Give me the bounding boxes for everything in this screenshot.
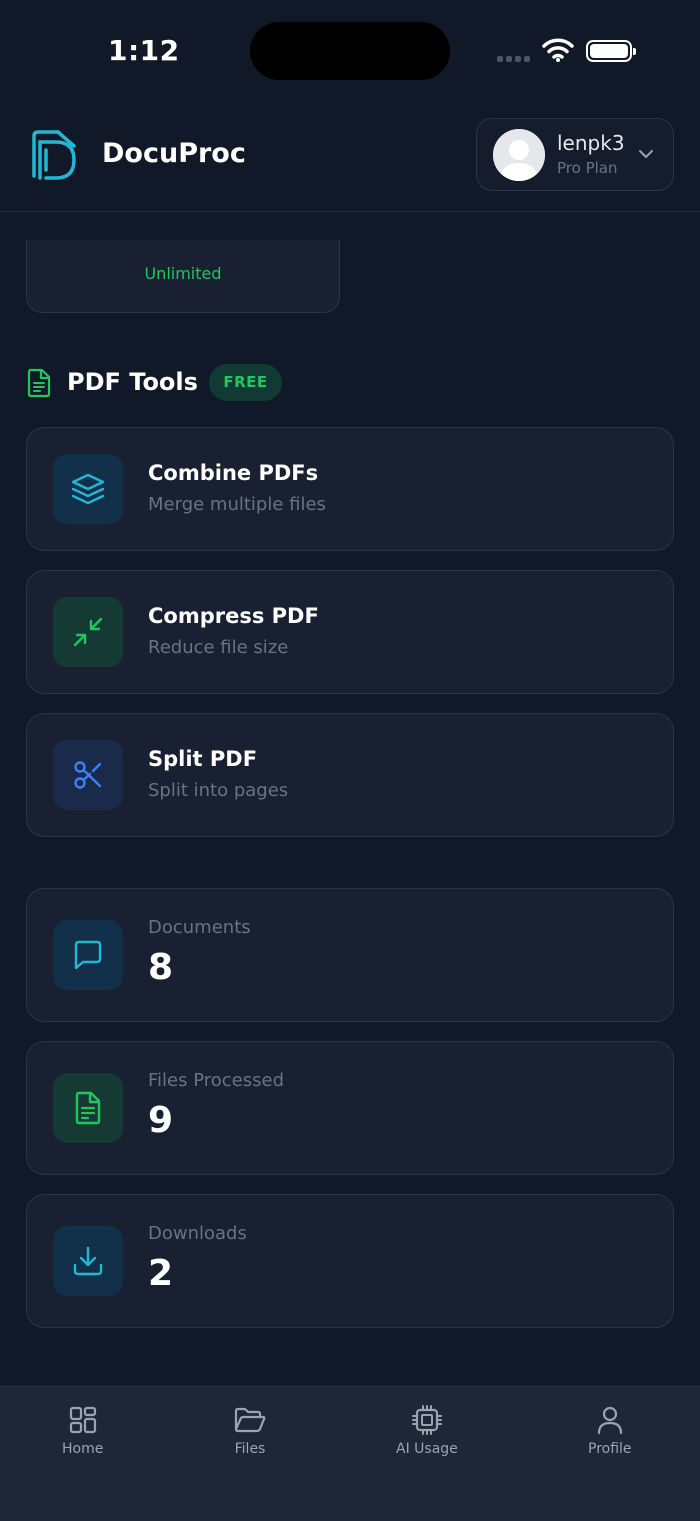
avatar [493, 129, 545, 181]
folder-icon [234, 1407, 266, 1433]
chip-icon [411, 1405, 442, 1435]
nav-profile[interactable]: Profile [588, 1405, 632, 1457]
stat-icon-box [53, 1073, 123, 1143]
nav-files[interactable]: Files [233, 1405, 267, 1457]
usage-card: Unlimited [26, 240, 340, 313]
free-badge: FREE [209, 364, 282, 401]
pdf-tools-header: PDF Tools FREE [26, 364, 666, 404]
compress-pdf-card[interactable]: Compress PDF Reduce file size [26, 570, 674, 694]
stat-icon-box [53, 1226, 123, 1296]
app-title: DocuProc [102, 138, 246, 169]
tool-icon-box [53, 597, 123, 667]
tool-icon-box [53, 740, 123, 810]
split-pdf-card[interactable]: Split PDF Split into pages [26, 713, 674, 837]
tool-subtitle: Reduce file size [148, 637, 289, 658]
documents-stat-card: Documents 8 [26, 888, 674, 1022]
default-avatar-icon [493, 129, 545, 181]
nav-label: Profile [588, 1441, 632, 1457]
file-text-icon [27, 368, 51, 398]
tool-title: Split PDF [148, 747, 258, 771]
stat-label: Files Processed [148, 1070, 285, 1091]
battery-icon [586, 40, 636, 62]
tool-subtitle: Merge multiple files [148, 494, 326, 515]
chevron-down-icon [639, 150, 653, 158]
user-plan: Pro Plan [557, 159, 618, 177]
document-icon [75, 1091, 101, 1125]
combine-pdfs-card[interactable]: Combine PDFs Merge multiple files [26, 427, 674, 551]
docuproc-logo-icon [32, 130, 76, 180]
stat-value: 9 [148, 1100, 174, 1141]
nav-ai-usage[interactable]: AI Usage [396, 1405, 458, 1457]
stat-value: 8 [148, 947, 174, 988]
stat-label: Downloads [148, 1223, 247, 1244]
chat-icon [74, 940, 102, 970]
user-menu-button[interactable]: lenpk3 Pro Plan [476, 118, 674, 191]
wifi-icon [542, 38, 574, 62]
stat-icon-box [53, 920, 123, 990]
compress-icon [73, 617, 103, 647]
download-icon [73, 1246, 103, 1276]
user-name: lenpk3 [557, 131, 625, 155]
nav-label: Home [62, 1441, 104, 1457]
app-header: DocuProc lenpk3 Pro Plan [0, 100, 700, 212]
stat-label: Documents [148, 917, 251, 938]
tool-icon-box [53, 454, 123, 524]
status-time: 1:12 [108, 34, 180, 67]
nav-home[interactable]: Home [62, 1405, 103, 1457]
tool-title: Combine PDFs [148, 461, 319, 485]
stat-value: 2 [148, 1253, 174, 1294]
dynamic-island [250, 22, 450, 80]
downloads-stat-card: Downloads 2 [26, 1194, 674, 1328]
scissors-icon [74, 761, 102, 789]
signal-icon [497, 56, 530, 62]
grid-icon [69, 1406, 96, 1434]
files-processed-stat-card: Files Processed 9 [26, 1041, 674, 1175]
status-bar: 1:12 [0, 0, 700, 100]
nav-label: Files [234, 1441, 266, 1457]
tool-title: Compress PDF [148, 604, 319, 628]
usage-limit-text: Unlimited [144, 264, 222, 283]
bottom-nav: Home Files AI Usage Profile [0, 1386, 700, 1521]
section-title: PDF Tools [67, 368, 198, 396]
layers-icon [71, 473, 105, 505]
user-icon [597, 1406, 622, 1435]
nav-label: AI Usage [396, 1441, 458, 1457]
tool-subtitle: Split into pages [148, 780, 289, 801]
